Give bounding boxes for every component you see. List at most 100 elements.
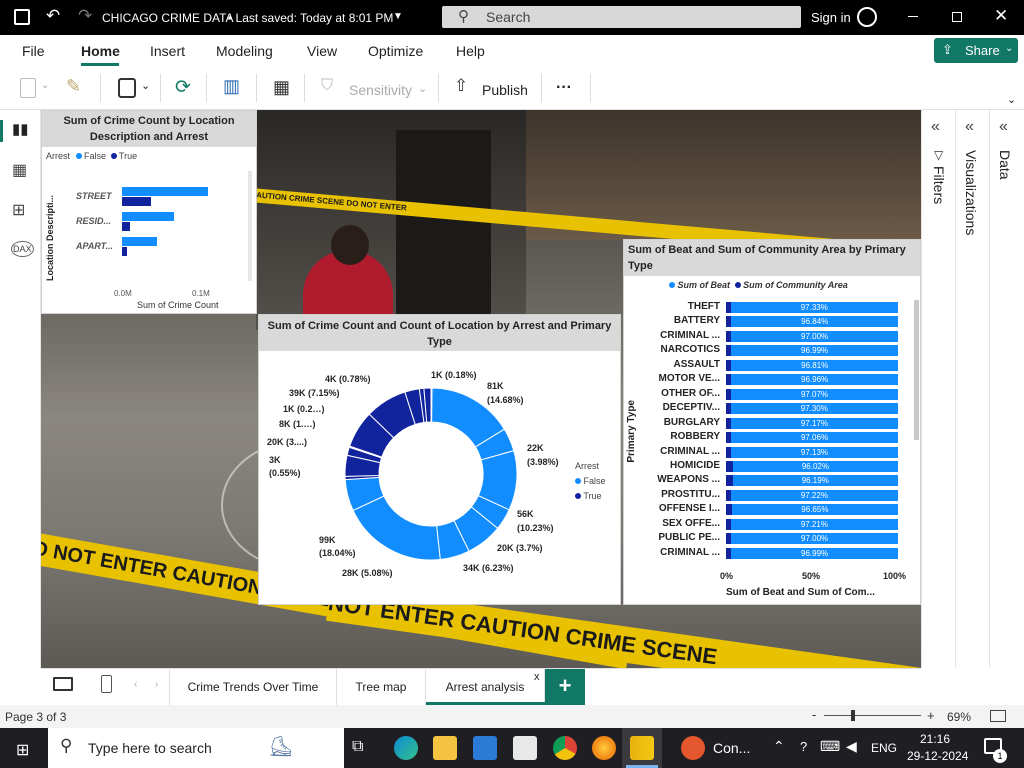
- next-page-icon[interactable]: ›: [155, 679, 158, 690]
- bar-beat[interactable]: 96.99%: [731, 547, 898, 559]
- language-indicator[interactable]: ENG: [871, 741, 897, 755]
- model-view-icon[interactable]: ⊞: [12, 200, 25, 220]
- help-icon[interactable]: ?: [800, 739, 807, 754]
- share-button[interactable]: ⇪ Share ⌄: [934, 38, 1018, 63]
- bar-beat[interactable]: 97.06%: [731, 432, 898, 444]
- get-data-icon[interactable]: [118, 78, 136, 98]
- bar-false[interactable]: [122, 187, 209, 196]
- warning-app-icon[interactable]: [681, 736, 705, 760]
- bar-beat[interactable]: 97.33%: [730, 302, 898, 313]
- bar-beat[interactable]: 97.00%: [731, 330, 898, 342]
- fit-to-page-icon[interactable]: [990, 710, 1006, 722]
- zoom-in-button[interactable]: +: [927, 708, 935, 723]
- data-collapse-icon[interactable]: «: [999, 118, 1008, 136]
- minimize-icon[interactable]: [908, 16, 918, 17]
- bar-beat[interactable]: 96.99%: [731, 345, 898, 357]
- location-arrest-bar-chart[interactable]: Sum of Crime Count by Location Descripti…: [41, 110, 257, 314]
- menu-view[interactable]: View: [307, 43, 337, 59]
- add-page-button[interactable]: +: [545, 669, 585, 705]
- bar-beat[interactable]: 97.21%: [730, 518, 898, 530]
- dax-query-view-icon[interactable]: DAX: [11, 241, 34, 257]
- prev-page-icon[interactable]: ‹: [134, 679, 137, 690]
- report-view-icon[interactable]: ▮▮: [12, 120, 29, 138]
- close-tab-icon[interactable]: x: [534, 671, 540, 683]
- bar-community-area[interactable]: [726, 460, 733, 472]
- page-tab-arrest-analysis[interactable]: Arrest analysis: [426, 669, 545, 705]
- chrome-icon[interactable]: [553, 736, 577, 760]
- beat-community-area-bar-chart[interactable]: Sum of Beat and Sum of Community Area by…: [623, 239, 921, 605]
- clock-date[interactable]: 29-12-2024: [907, 749, 968, 763]
- menu-optimize[interactable]: Optimize: [368, 43, 423, 59]
- save-icon[interactable]: [14, 9, 30, 25]
- bar-beat[interactable]: 97.22%: [730, 489, 898, 501]
- chart-scrollbar[interactable]: [248, 171, 252, 281]
- bar-beat[interactable]: 96.96%: [731, 374, 898, 386]
- search-input[interactable]: ⚲ Search: [442, 6, 801, 28]
- close-icon[interactable]: ✕: [994, 6, 1008, 26]
- store-icon[interactable]: [473, 736, 497, 760]
- page-tab-tree-map[interactable]: Tree map: [337, 669, 426, 705]
- mail-icon[interactable]: [513, 736, 537, 760]
- bar-beat[interactable]: 96.65%: [731, 504, 898, 516]
- menu-insert[interactable]: Insert: [150, 43, 185, 59]
- more-options-icon[interactable]: ···: [556, 79, 572, 97]
- menu-help[interactable]: Help: [456, 43, 485, 59]
- undo-icon[interactable]: ↶: [46, 6, 60, 26]
- volume-icon[interactable]: ◀: [846, 738, 857, 755]
- refresh-icon[interactable]: ⟳: [175, 76, 191, 99]
- file-explorer-icon[interactable]: [433, 736, 457, 760]
- account-icon[interactable]: [857, 7, 877, 27]
- get-data-chevron-icon[interactable]: ⌄: [141, 79, 150, 92]
- title-dropdown-icon[interactable]: ▼: [393, 11, 403, 22]
- chart-scrollbar[interactable]: [914, 300, 919, 440]
- calculation-icon[interactable]: ▦: [273, 77, 290, 98]
- task-view-icon[interactable]: ⧉: [352, 738, 363, 756]
- bar-beat[interactable]: 96.81%: [731, 359, 898, 371]
- bar-beat[interactable]: 96.84%: [731, 316, 898, 328]
- bar-true[interactable]: [122, 197, 152, 206]
- menu-home[interactable]: Home: [81, 43, 120, 59]
- bar-beat[interactable]: 97.17%: [730, 417, 898, 429]
- taskbar-app-label[interactable]: Con...: [713, 740, 750, 756]
- filters-pane-tab[interactable]: Filters: [931, 166, 947, 204]
- bar-beat[interactable]: 96.02%: [732, 460, 898, 472]
- filters-collapse-icon[interactable]: «: [931, 118, 940, 136]
- menu-modeling[interactable]: Modeling: [216, 43, 273, 59]
- bar-beat[interactable]: 97.30%: [730, 403, 898, 415]
- bar-beat[interactable]: 97.00%: [731, 533, 898, 545]
- desktop-layout-icon[interactable]: [53, 677, 73, 691]
- paste-chevron-icon[interactable]: ⌄: [41, 80, 49, 91]
- format-painter-icon[interactable]: ✎: [66, 76, 81, 97]
- bar-false[interactable]: [122, 237, 157, 246]
- arrest-primary-type-donut-chart[interactable]: Sum of Crime Count and Count of Location…: [258, 314, 621, 605]
- bar-true[interactable]: [122, 222, 131, 231]
- publish-button[interactable]: Publish: [482, 82, 528, 98]
- bar-beat[interactable]: 97.07%: [731, 388, 898, 400]
- taskbar-search-input[interactable]: ⚲ Type here to search ⛸: [48, 728, 344, 768]
- visualizations-pane-tab[interactable]: Visualizations: [963, 150, 979, 235]
- collapse-ribbon-icon[interactable]: ⌄: [1007, 93, 1016, 106]
- paste-icon[interactable]: [20, 78, 36, 98]
- windows-start-icon[interactable]: ⊞: [16, 740, 29, 760]
- zoom-slider[interactable]: [824, 715, 921, 716]
- bar-true[interactable]: [122, 247, 128, 256]
- new-visual-icon[interactable]: ▥: [223, 76, 240, 97]
- show-hidden-icons-icon[interactable]: ⌃: [773, 738, 785, 755]
- phone-layout-icon[interactable]: [101, 675, 112, 693]
- maximize-icon[interactable]: [952, 12, 962, 22]
- bar-false[interactable]: [122, 212, 175, 221]
- clock-time[interactable]: 21:16: [920, 732, 950, 746]
- redo-icon[interactable]: ↷: [78, 6, 92, 26]
- menu-file[interactable]: File: [22, 43, 45, 59]
- page-tab-crime-trends[interactable]: Crime Trends Over Time: [169, 669, 337, 705]
- network-icon[interactable]: ⌨: [820, 738, 840, 755]
- visualizations-collapse-icon[interactable]: «: [965, 118, 974, 136]
- zoom-slider-thumb[interactable]: [851, 710, 855, 721]
- bar-beat[interactable]: 97.13%: [730, 446, 898, 458]
- powerbi-icon[interactable]: [630, 736, 654, 760]
- firefox-icon[interactable]: [592, 736, 616, 760]
- zoom-level[interactable]: 69%: [947, 710, 971, 724]
- publish-icon[interactable]: ⇧: [454, 76, 468, 96]
- zoom-out-button[interactable]: -: [812, 707, 816, 722]
- data-pane-tab[interactable]: Data: [997, 150, 1013, 180]
